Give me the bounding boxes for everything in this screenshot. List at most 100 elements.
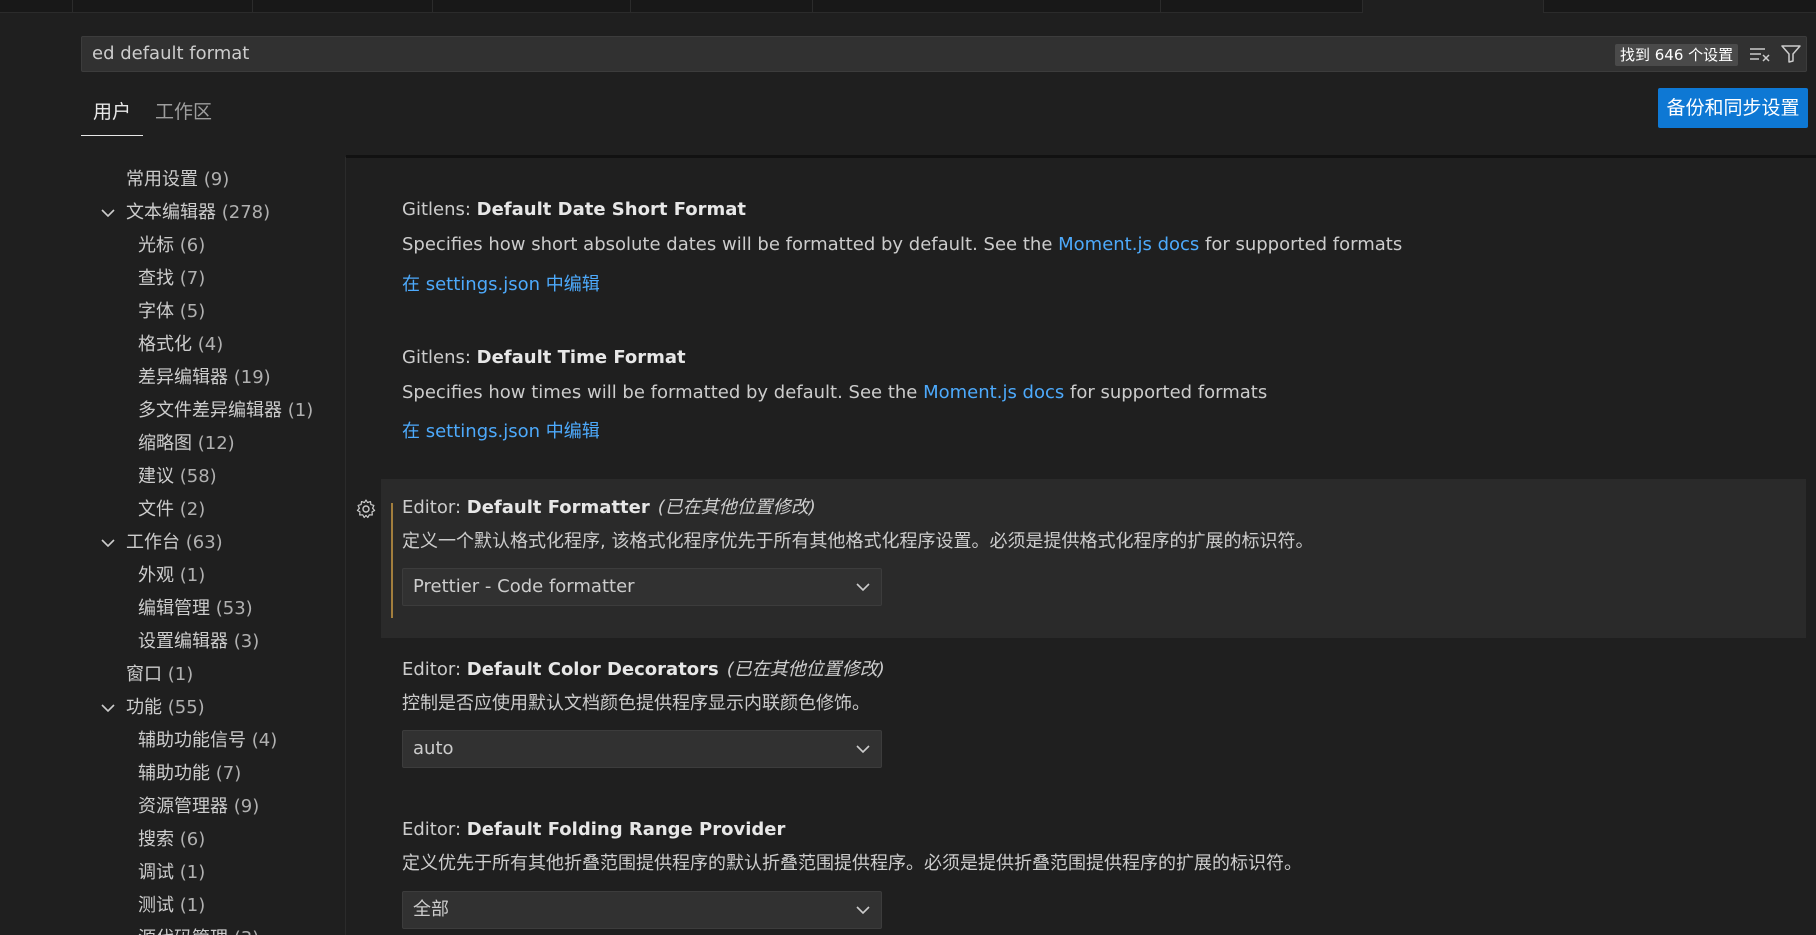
setting-description: 定义优先于所有其他折叠范围提供程序的默认折叠范围提供程序。必须是提供折叠范围提供… — [402, 853, 1302, 874]
active-editor-tab[interactable] — [1363, 0, 1543, 13]
toc-item[interactable]: 光标 (6) — [138, 229, 205, 262]
toc-item[interactable]: 建议 (58) — [138, 460, 217, 493]
setting-category: Gitlens: — [402, 347, 477, 368]
toc-item-count: (1) — [179, 862, 206, 883]
tab-workspace[interactable]: 工作区 — [155, 95, 212, 135]
gear-icon[interactable] — [354, 497, 378, 521]
toc-item-count: (278) — [221, 202, 271, 223]
toc-item[interactable]: 资源管理器 (9) — [138, 790, 259, 823]
tab-divider — [72, 0, 73, 12]
settings-search-box[interactable]: 找到 646 个设置 — [81, 36, 1807, 72]
toc-item[interactable]: 窗口 (1) — [126, 658, 193, 691]
toc-item-count: (1) — [179, 895, 206, 916]
setting-description: Specifies how short absolute dates will … — [402, 233, 1402, 257]
toc-item-label: 文件 — [138, 499, 174, 520]
toc-item-label: 搜索 — [138, 829, 174, 850]
toc-item-count: (4) — [251, 730, 278, 751]
toc-item[interactable]: 测试 (1) — [138, 889, 205, 922]
toc-item-count: (1) — [287, 400, 314, 421]
description-text: for supported formats — [1064, 382, 1268, 403]
settings-list: Gitlens: Default Date Short Format Speci… — [346, 158, 1816, 935]
toc-item-label: 差异编辑器 — [138, 367, 228, 388]
color-decorators-select[interactable]: auto — [402, 730, 882, 768]
toc-item-label: 窗口 — [126, 664, 162, 685]
toc-item[interactable]: 差异编辑器 (19) — [138, 361, 271, 394]
toc-item[interactable]: 工作台 (63) — [101, 526, 223, 559]
chevron-down-icon[interactable] — [100, 535, 116, 551]
modified-indicator — [391, 503, 393, 618]
tab-divider — [432, 0, 433, 12]
chevron-down-icon — [856, 583, 870, 592]
toc-item-count: (1) — [179, 565, 206, 586]
toc-item[interactable]: 编辑管理 (53) — [138, 592, 253, 625]
setting-title: Editor: Default Formatter (已在其他位置修改) — [402, 496, 816, 520]
clear-filter-icon[interactable] — [1747, 41, 1773, 67]
toc-item[interactable]: 设置编辑器 (3) — [138, 625, 259, 658]
setting-label: Default Time Format — [476, 347, 686, 368]
description-text: for supported formats — [1199, 234, 1403, 255]
toc-item-count: (58) — [179, 466, 217, 487]
setting-category: Editor: — [402, 497, 467, 518]
setting-label: Default Folding Range Provider — [466, 819, 786, 840]
toc-item-count: (7) — [215, 763, 242, 784]
chevron-down-icon[interactable] — [100, 205, 116, 221]
toc-item-count: (1) — [167, 664, 194, 685]
tab-divider — [812, 0, 813, 12]
toc-item[interactable]: 调试 (1) — [138, 856, 205, 889]
toc-item[interactable]: 辅助功能 (7) — [138, 757, 241, 790]
toc-item-count: (9) — [233, 796, 260, 817]
toc-item-count: (63) — [185, 532, 223, 553]
tab-divider — [252, 0, 253, 12]
toc-item[interactable]: 格式化 (4) — [138, 328, 223, 361]
toc-item[interactable]: 辅助功能信号 (4) — [138, 724, 277, 757]
moment-docs-link[interactable]: Moment.js docs — [1058, 234, 1199, 255]
toc-item-label: 文本编辑器 — [126, 202, 216, 223]
chevron-down-icon[interactable] — [100, 700, 116, 716]
settings-toc: 常用设置 (9) 文本编辑器 (278) 光标 (6) 查找 (7) 字体 (5) 格式化… — [81, 157, 345, 935]
setting-title: Gitlens: Default Date Short Format — [402, 198, 746, 222]
setting-title: Editor: Default Folding Range Provider — [402, 818, 785, 842]
toc-item-label: 建议 — [138, 466, 174, 487]
setting-label: Default Date Short Format — [476, 199, 747, 220]
backup-sync-settings-button[interactable]: 备份和同步设置 — [1658, 88, 1808, 128]
toc-item[interactable]: 缩略图 (12) — [138, 427, 235, 460]
setting-title: Editor: Default Color Decorators (已在其他位置修… — [402, 658, 885, 682]
toc-item[interactable]: 源代码管理 (3) — [138, 922, 259, 935]
toc-item[interactable]: 查找 (7) — [138, 262, 205, 295]
toc-item[interactable]: 文件 (2) — [138, 493, 205, 526]
folding-range-provider-select[interactable]: 全部 — [402, 891, 882, 929]
setting-label: Default Color Decorators — [466, 659, 719, 680]
toc-item[interactable]: 字体 (5) — [138, 295, 205, 328]
description-text: Specifies how short absolute dates will … — [402, 234, 1059, 255]
toc-item-count: (3) — [233, 631, 260, 652]
toc-item-label: 字体 — [138, 301, 174, 322]
toc-item[interactable]: 外观 (1) — [138, 559, 205, 592]
settings-search-input[interactable] — [92, 37, 1592, 71]
toc-item-count: (6) — [179, 235, 206, 256]
toc-item[interactable]: 功能 (55) — [101, 691, 205, 724]
chevron-down-icon — [856, 906, 870, 915]
toc-item-label: 编辑管理 — [138, 598, 210, 619]
toc-item[interactable]: 文本编辑器 (278) — [101, 196, 271, 229]
setting-category: Editor: — [402, 819, 467, 840]
modified-elsewhere-note[interactable]: (已在其他位置修改) — [727, 659, 885, 680]
setting-editor-default-formatter: Editor: Default Formatter (已在其他位置修改) 定义一个… — [381, 479, 1806, 638]
editor-tab-strip — [0, 0, 1816, 13]
moment-docs-link[interactable]: Moment.js docs — [923, 382, 1064, 403]
toc-item-count: (4) — [197, 334, 224, 355]
toc-item[interactable]: 搜索 (6) — [138, 823, 205, 856]
toc-item[interactable]: 多文件差异编辑器 (1) — [138, 394, 313, 427]
tab-user[interactable]: 用户 — [81, 95, 143, 136]
description-text: Specifies how times will be formatted by… — [402, 382, 924, 403]
toc-item-label: 查找 — [138, 268, 174, 289]
edit-in-settings-json-link[interactable]: 在 settings.json 中编辑 — [402, 273, 600, 297]
modified-elsewhere-note[interactable]: (已在其他位置修改) — [658, 497, 816, 518]
default-formatter-select[interactable]: Prettier - Code formatter — [402, 568, 882, 606]
toc-item-label: 缩略图 — [138, 433, 192, 454]
edit-in-settings-json-link[interactable]: 在 settings.json 中编辑 — [402, 420, 600, 444]
toc-item-count: (53) — [215, 598, 253, 619]
toc-item-label: 外观 — [138, 565, 174, 586]
toc-item[interactable]: 常用设置 (9) — [126, 163, 229, 196]
filter-icon[interactable] — [1778, 41, 1804, 67]
setting-description: 定义一个默认格式化程序, 该格式化程序优先于所有其他格式化程序设置。必须是提供格… — [402, 531, 1314, 552]
